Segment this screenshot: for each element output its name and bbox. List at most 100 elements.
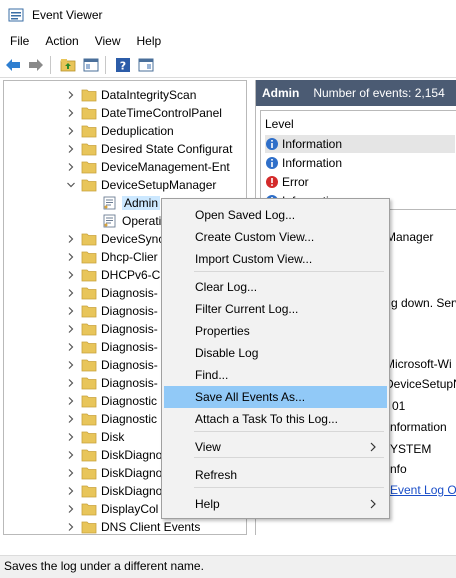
menu-help[interactable]: Help	[131, 30, 168, 52]
menu-item-attach-a-task-to-this-log[interactable]: Attach a Task To this Log...	[164, 408, 387, 430]
menu-item-clear-log[interactable]: Clear Log...	[164, 276, 387, 298]
event-level: Error	[282, 175, 309, 189]
column-header-level[interactable]: Level	[265, 117, 294, 131]
menu-item-disable-log[interactable]: Disable Log	[164, 342, 387, 364]
folder-icon	[81, 88, 97, 102]
menu-item-find[interactable]: Find...	[164, 364, 387, 386]
tree-item[interactable]: DataIntegrityScan	[4, 86, 244, 104]
chevron-right-icon[interactable]	[65, 521, 77, 533]
menu-item-open-saved-log[interactable]: Open Saved Log...	[164, 204, 387, 226]
detail-source: Microsoft-Wi	[385, 357, 452, 371]
chevron-right-icon[interactable]	[65, 89, 77, 101]
event-log-online-help-link[interactable]: Event Log Or	[390, 483, 456, 497]
menu-item-filter-current-log[interactable]: Filter Current Log...	[164, 298, 387, 320]
menu-action[interactable]: Action	[39, 30, 84, 52]
chevron-right-icon[interactable]	[65, 269, 77, 281]
menu-item-help[interactable]: Help	[164, 493, 387, 515]
tree-item-label: DNS Client Events	[101, 520, 201, 534]
tree-item-label: Deduplication	[101, 124, 174, 138]
menu-item-label: Disable Log	[195, 346, 259, 360]
menu-separator	[194, 271, 384, 272]
log-header-title: Admin	[262, 86, 300, 100]
tree-item-label: Disk	[101, 430, 125, 444]
context-menu: Open Saved Log... Create Custom View... Im…	[161, 198, 390, 519]
chevron-right-icon[interactable]	[65, 251, 77, 263]
menu-item-view[interactable]: View	[164, 436, 387, 458]
menu-item-properties[interactable]: Properties	[164, 320, 387, 342]
toolbar-separator	[105, 55, 106, 74]
tree-item-label: Dhcp-Clier	[101, 250, 158, 264]
tree-item[interactable]: DeviceSetupManager	[4, 176, 244, 194]
events-list[interactable]: Level Information Information Error Info…	[260, 110, 456, 210]
menu-item-label: View	[195, 440, 221, 454]
forward-button[interactable]	[26, 55, 46, 75]
chevron-right-icon[interactable]	[65, 305, 77, 317]
chevron-right-icon[interactable]	[65, 143, 77, 155]
chevron-right-icon[interactable]	[65, 467, 77, 479]
detail-log-name: DeviceSetupN	[385, 377, 456, 391]
menu-separator	[194, 457, 384, 458]
folder-icon	[81, 142, 97, 156]
event-row[interactable]: Information	[265, 154, 455, 172]
folder-icon	[81, 322, 97, 336]
folder-icon	[81, 340, 97, 354]
title-bar: Event Viewer	[0, 0, 456, 30]
event-row[interactable]: Error	[265, 173, 455, 191]
tree-item[interactable]: Deduplication	[4, 122, 244, 140]
chevron-right-icon[interactable]	[65, 233, 77, 245]
menu-item-import-custom-view[interactable]: Import Custom View...	[164, 248, 387, 270]
event-count: Number of events: 2,154	[313, 86, 445, 100]
log-icon	[102, 214, 118, 228]
chevron-right-icon[interactable]	[65, 395, 77, 407]
folder-icon	[81, 268, 97, 282]
event-row[interactable]: Information	[265, 135, 455, 153]
menu-item-refresh[interactable]: Refresh	[164, 464, 387, 486]
tree-item-label: DeviceSetupManager	[101, 178, 217, 192]
chevron-right-icon[interactable]	[65, 449, 77, 461]
up-folder-button[interactable]	[58, 55, 78, 75]
menu-item-save-all-events-as[interactable]: Save All Events As...	[164, 386, 387, 408]
tree-item-label: DeviceSync	[101, 232, 165, 246]
menu-file[interactable]: File	[4, 30, 35, 52]
detail-manager-text: Manager	[386, 230, 434, 244]
chevron-down-icon[interactable]	[65, 179, 77, 191]
tree-item-label: Diagnosis-	[101, 304, 158, 318]
tree-item[interactable]: DateTimeControlPanel	[4, 104, 244, 122]
chevron-right-icon[interactable]	[65, 359, 77, 371]
show-action-pane-button[interactable]	[136, 55, 156, 75]
chevron-right-icon[interactable]	[65, 107, 77, 119]
chevron-right-icon[interactable]	[65, 503, 77, 515]
tree-item-label: DiskDiagno	[101, 484, 163, 498]
folder-icon	[81, 502, 97, 516]
folder-icon	[81, 178, 97, 192]
menu-item-label: Open Saved Log...	[195, 208, 296, 222]
submenu-arrow-icon	[369, 493, 377, 524]
log-header: Admin Number of events: 2,154	[256, 80, 456, 106]
show-hide-tree-button[interactable]	[81, 55, 101, 75]
chevron-right-icon[interactable]	[65, 413, 77, 425]
chevron-right-icon[interactable]	[65, 125, 77, 137]
folder-icon	[81, 250, 97, 264]
tree-item[interactable]: Desired State Configurat	[4, 140, 244, 158]
toolbar: ?	[0, 52, 456, 78]
chevron-right-icon[interactable]	[65, 161, 77, 173]
menu-item-label: Find...	[195, 368, 229, 382]
chevron-right-icon[interactable]	[65, 485, 77, 497]
menu-separator	[194, 487, 384, 488]
back-button[interactable]	[3, 55, 23, 75]
tree-item[interactable]: DeviceManagement-Ent	[4, 158, 244, 176]
status-bar: Saves the log under a different name.	[0, 555, 456, 578]
chevron-right-icon[interactable]	[65, 323, 77, 335]
chevron-right-icon[interactable]	[65, 377, 77, 389]
back-arrow-icon	[6, 58, 20, 71]
chevron-right-icon[interactable]	[65, 287, 77, 299]
menu-view[interactable]: View	[89, 30, 127, 52]
detail-event-id: 01	[392, 399, 406, 413]
menu-item-label: Create Custom View...	[195, 230, 315, 244]
tree-item[interactable]: DNS Client Events	[4, 518, 244, 534]
chevron-right-icon[interactable]	[65, 341, 77, 353]
menu-item-create-custom-view[interactable]: Create Custom View...	[164, 226, 387, 248]
folder-icon	[81, 304, 97, 318]
chevron-right-icon[interactable]	[65, 431, 77, 443]
help-button[interactable]: ?	[113, 55, 133, 75]
